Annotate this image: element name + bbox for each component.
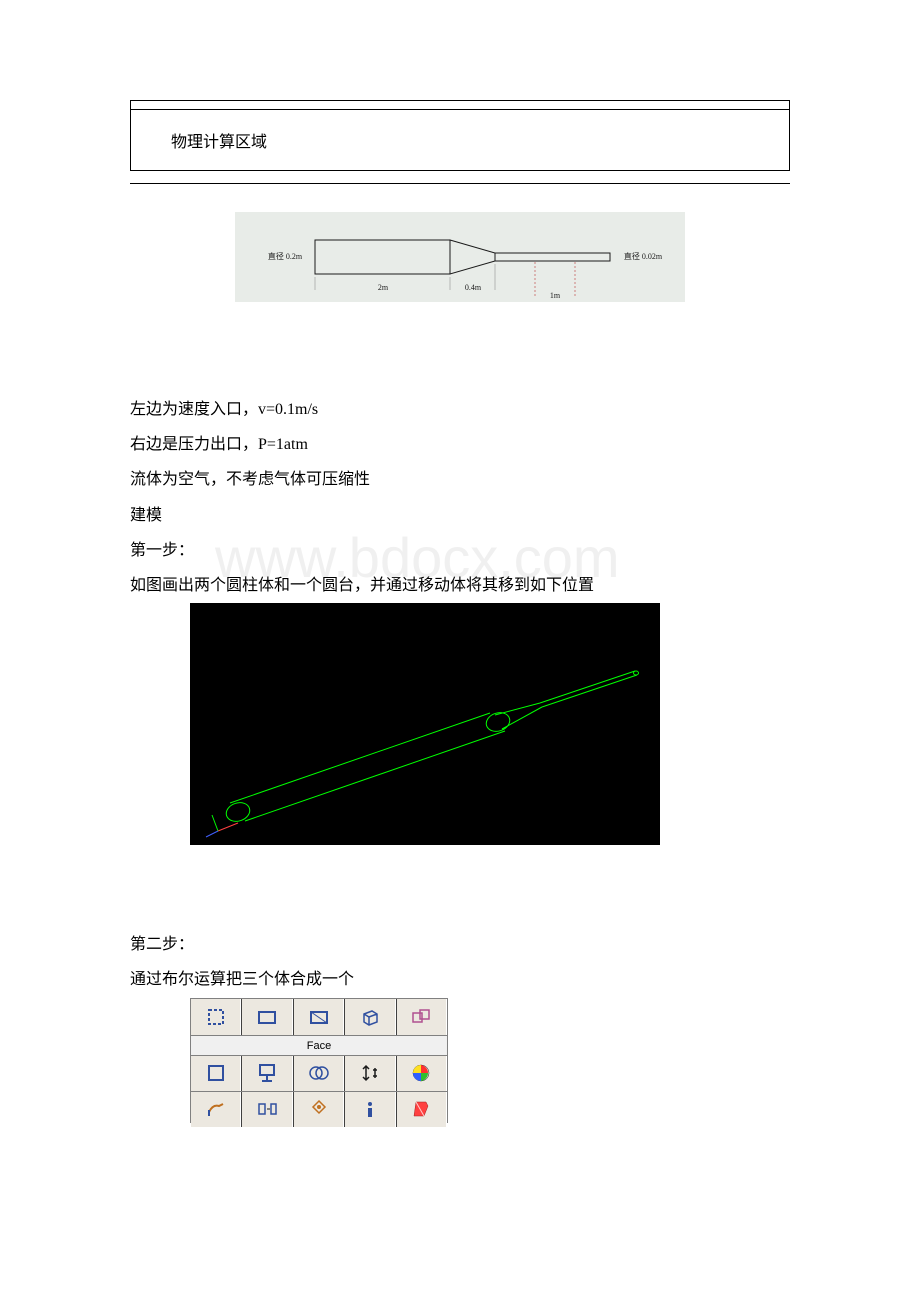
align-face-button[interactable] — [241, 1092, 292, 1127]
boolean-face-button[interactable] — [293, 1056, 344, 1091]
inlet-velocity-line: 左边为速度入口，v=0.1m/s — [130, 392, 790, 427]
content-block: 左边为速度入口，v=0.1m/s 右边是压力出口，P=1atm 流体为空气，不考… — [130, 392, 790, 1123]
summarize-face-button[interactable] — [344, 1092, 395, 1127]
sweep-face-button[interactable] — [191, 1092, 241, 1127]
physics-diagram-container: 直径 0.2m 直径 0.02m 2m 0.4m 1m — [130, 212, 790, 302]
step1-description: 如图画出两个圆柱体和一个圆台，并通过移动体将其移到如下位置 — [130, 568, 790, 603]
length-04m-label: 0.4m — [465, 283, 482, 292]
modeling-heading: 建模 — [130, 498, 790, 533]
physics-diagram: 直径 0.2m 直径 0.02m 2m 0.4m 1m — [235, 212, 685, 302]
create-face-button[interactable] — [293, 999, 344, 1035]
create-vertex-button[interactable] — [191, 999, 241, 1035]
gambit-toolbar: Face — [190, 998, 448, 1123]
face-row-label: Face — [191, 1035, 447, 1055]
step2-description: 通过布尔运算把三个体合成一个 — [130, 962, 790, 997]
title-heading: 物理计算区域 — [131, 109, 789, 170]
split-face-button[interactable] — [396, 1056, 447, 1091]
wireframe-face-button[interactable] — [241, 1056, 292, 1091]
cad-wireframe-image — [190, 603, 660, 845]
form-face-button[interactable] — [191, 1056, 241, 1091]
create-group-button[interactable] — [396, 999, 447, 1035]
step1-heading: 第一步： — [130, 533, 790, 568]
length-2m-label: 2m — [378, 283, 389, 292]
title-box: 物理计算区域 — [130, 100, 790, 184]
step2-heading: 第二步： — [130, 927, 790, 962]
length-1m-label: 1m — [550, 291, 561, 300]
modify-face-button[interactable] — [293, 1092, 344, 1127]
left-diameter-label: 直径 0.2m — [268, 251, 303, 261]
outlet-pressure-line: 右边是压力出口，P=1atm — [130, 427, 790, 462]
right-diameter-label: 直径 0.02m — [624, 251, 663, 261]
create-volume-button[interactable] — [344, 999, 395, 1035]
fluid-description-line: 流体为空气，不考虑气体可压缩性 — [130, 462, 790, 497]
move-copy-face-button[interactable] — [344, 1056, 395, 1091]
create-edge-button[interactable] — [241, 999, 292, 1035]
delete-face-button[interactable] — [396, 1092, 447, 1127]
